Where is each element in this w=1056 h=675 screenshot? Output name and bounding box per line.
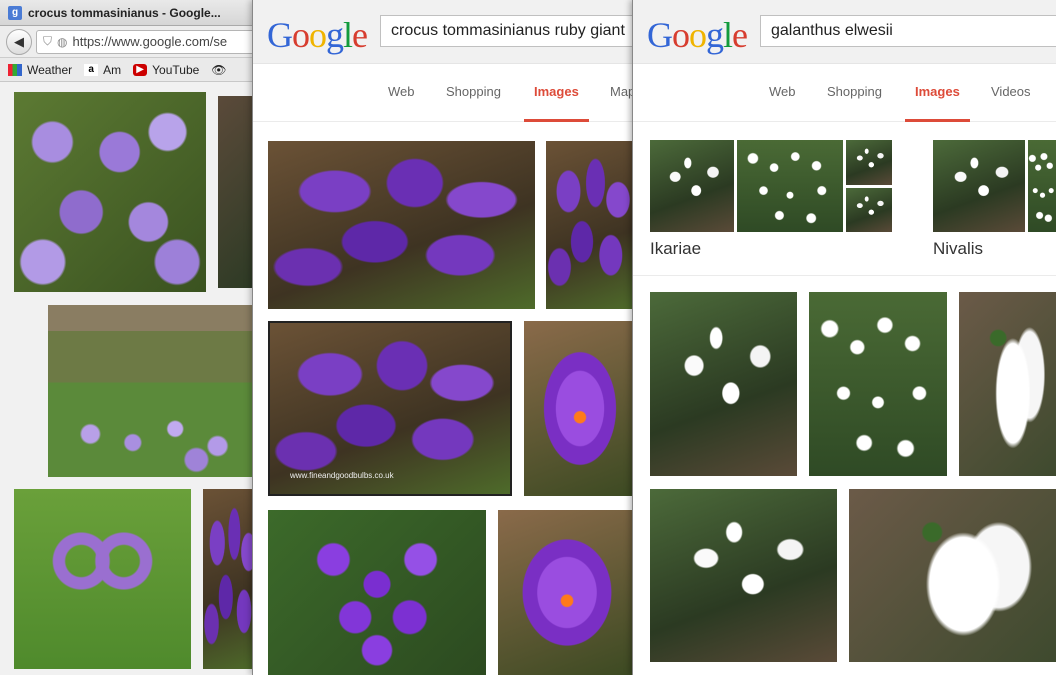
image-watermark: www.fineandgoodbulbs.co.uk (290, 471, 394, 480)
image-result[interactable] (650, 489, 837, 662)
category-label: Ikariae (650, 239, 702, 258)
category-thumb (846, 140, 892, 185)
tab-maps[interactable]: Map (610, 84, 634, 122)
image-result[interactable] (268, 510, 486, 675)
tab-images[interactable]: Images (905, 84, 970, 122)
bookmark-youtube[interactable]: ▶ YouTube (133, 63, 199, 77)
divider (633, 275, 1056, 276)
globe-icon: ◍ (57, 34, 68, 49)
bookmark-amazon[interactable]: a Am (84, 63, 121, 77)
browser-window-crocus: g crocus tommasinianus - Google... ◀ ⛉ ◍… (0, 0, 260, 675)
google-window-galanthus: Google galanthus elwesii Web Shopping Im… (632, 0, 1056, 675)
category-label: Nivalis (933, 239, 984, 258)
image-result[interactable] (14, 489, 191, 669)
navigation-bar: ◀ ⛉ ◍ https://www.google.com/se (0, 26, 259, 58)
browser-tab[interactable]: g crocus tommasinianus - Google... (0, 0, 259, 26)
category-thumb (1028, 140, 1056, 232)
image-result[interactable] (650, 292, 797, 476)
image-result[interactable] (849, 489, 1056, 662)
shield-icon: ⛉ (43, 34, 53, 48)
tab-shopping[interactable]: Shopping (446, 84, 501, 122)
search-tabs: Web Shopping Images Videos (633, 64, 1056, 122)
youtube-icon: ▶ (133, 63, 148, 76)
tab-shopping[interactable]: Shopping (827, 84, 882, 122)
address-bar[interactable]: ⛉ ◍ https://www.google.com/se (36, 29, 259, 54)
image-result[interactable] (498, 510, 634, 675)
image-result[interactable]: www.fineandgoodbulbs.co.uk (268, 321, 512, 496)
bookmark-label: Am (103, 62, 122, 77)
amazon-icon: a (84, 63, 99, 76)
bookmark-label: YouTube (152, 62, 200, 77)
image-result[interactable] (809, 292, 947, 476)
bookmark-label: Weather (27, 62, 73, 77)
bookmark-eye-icon[interactable]: 👁 (211, 63, 226, 77)
image-result[interactable] (48, 305, 259, 477)
image-result[interactable] (546, 141, 634, 309)
bookmark-weather[interactable]: Weather (8, 63, 72, 77)
tab-web[interactable]: Web (769, 84, 796, 122)
search-input[interactable]: crocus tommasinianus ruby giant (380, 15, 634, 47)
search-tabs: Web Shopping Images Map (253, 64, 634, 122)
tab-title: crocus tommasinianus - Google... (28, 5, 221, 20)
category-thumb (933, 140, 1025, 232)
url-text: https://www.google.com/se (72, 34, 228, 49)
tab-images[interactable]: Images (524, 84, 589, 122)
weather-icon (8, 63, 22, 76)
google-logo[interactable]: Google (267, 14, 368, 56)
image-result[interactable] (14, 92, 206, 292)
back-arrow-icon: ◀ (14, 33, 24, 49)
google-window-crocus: Google crocus tommasinianus ruby giant W… (252, 0, 634, 675)
google-logo[interactable]: Google (647, 14, 748, 56)
category-thumb (737, 140, 843, 232)
image-result[interactable] (524, 321, 634, 496)
search-header: Google crocus tommasinianus ruby giant (253, 0, 634, 64)
back-button[interactable]: ◀ (6, 28, 32, 55)
tab-videos[interactable]: Videos (991, 84, 1031, 122)
search-input[interactable]: galanthus elwesii (760, 15, 1056, 47)
google-favicon-icon: g (8, 5, 22, 20)
category-thumb (846, 188, 892, 232)
image-result[interactable] (959, 292, 1056, 476)
bookmarks-bar: Weather a Am ▶ YouTube 👁 (0, 58, 259, 82)
category-thumb (650, 140, 734, 232)
tab-web[interactable]: Web (388, 84, 415, 122)
image-result[interactable] (268, 141, 535, 309)
search-header: Google galanthus elwesii (633, 0, 1056, 64)
